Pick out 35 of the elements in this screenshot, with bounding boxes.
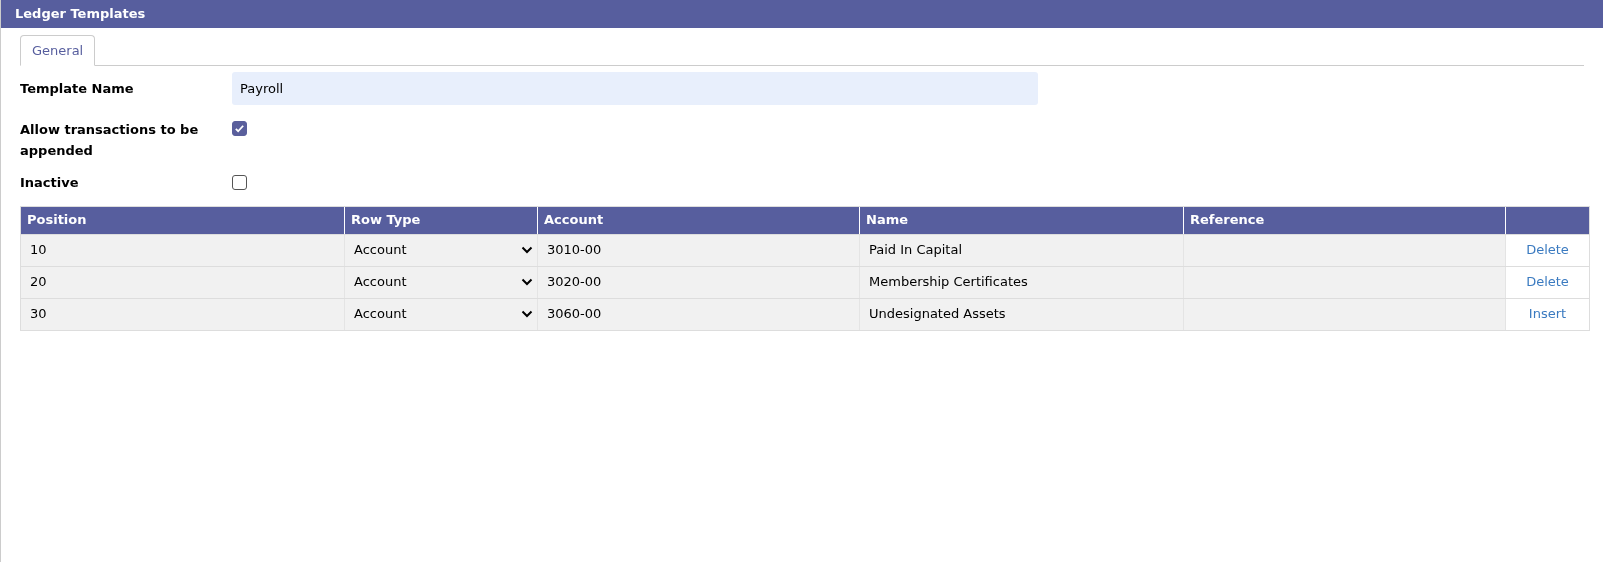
column-header: Name <box>860 206 1184 234</box>
checkbox[interactable] <box>232 121 247 136</box>
input-field[interactable]: Undesignated Assets <box>860 298 1184 330</box>
input-field[interactable]: 30 <box>21 298 345 330</box>
tab[interactable]: General <box>20 35 96 66</box>
input-field[interactable]: Membership Certificates <box>860 266 1184 298</box>
input-field[interactable] <box>1184 234 1506 266</box>
input-field[interactable] <box>1184 298 1506 330</box>
row-action-link[interactable]: Delete <box>1526 240 1569 260</box>
input-field[interactable]: Paid In Capital <box>860 234 1184 266</box>
input-field[interactable]: Payroll <box>232 72 1038 105</box>
chevron-down-icon <box>521 246 533 254</box>
chevron-down-icon <box>521 310 533 318</box>
column-header: Account <box>538 206 860 234</box>
chevron-down-icon <box>521 278 533 286</box>
checkbox[interactable] <box>232 175 247 191</box>
dropdown[interactable]: Account <box>345 266 538 298</box>
column-header: Position <box>21 206 345 234</box>
window-title: Ledger Templates <box>15 5 146 24</box>
column-header: Row Type <box>345 206 538 234</box>
dropdown[interactable]: Account <box>345 298 538 330</box>
input-field[interactable]: 20 <box>21 266 345 298</box>
field-label: Inactive <box>20 174 80 192</box>
input-field[interactable]: 3010-00 <box>538 234 860 266</box>
checkmark-icon <box>234 123 245 134</box>
input-field[interactable]: 3020-00 <box>538 266 860 298</box>
field-label: Template Name <box>20 79 135 98</box>
input-field[interactable] <box>1184 266 1506 298</box>
input-field[interactable]: 3060-00 <box>538 298 860 330</box>
row-action-link[interactable]: Insert <box>1528 304 1567 324</box>
input-field[interactable]: 10 <box>21 234 345 266</box>
field-label: Allow transactions to be appended <box>20 121 200 160</box>
row-action-link[interactable]: Delete <box>1526 272 1569 292</box>
column-header: Reference <box>1184 206 1506 234</box>
dropdown[interactable]: Account <box>345 234 538 266</box>
